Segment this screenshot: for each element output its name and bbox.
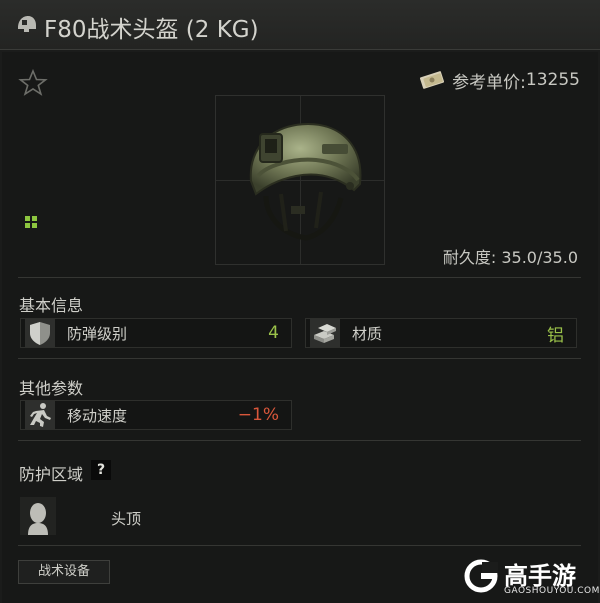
title-bar: F80战术头盔 (2 KG)	[0, 0, 600, 50]
stat-armor-class: 防弹级别 4	[20, 318, 292, 348]
running-person-icon	[25, 401, 55, 429]
stat-label: 材质	[352, 324, 383, 343]
stat-label: 防弹级别	[67, 324, 128, 343]
head-zone-icon	[20, 497, 56, 535]
f80-helmet-image	[249, 122, 362, 241]
section-title-basic-info: 基本信息	[19, 296, 84, 315]
favorite-star-icon[interactable]	[18, 68, 48, 98]
divider	[18, 277, 581, 278]
stat-material: 材质 铝	[305, 318, 577, 348]
divider	[18, 545, 581, 546]
price-value: 13255	[525, 70, 580, 90]
divider	[18, 358, 581, 359]
durability-text: 耐久度: 35.0/35.0	[442, 248, 578, 267]
divider	[18, 440, 581, 441]
shield-icon	[25, 319, 55, 347]
metal-bars-icon	[310, 319, 340, 347]
watermark: 高手游 GAOSHOUYOU.COM	[464, 555, 599, 599]
reference-price: 参考单价: 13255	[418, 68, 580, 93]
watermark-logo-icon	[464, 559, 498, 593]
protection-zone-label: 头顶	[111, 510, 142, 528]
section-title-protection: 防护区域	[19, 465, 84, 484]
help-button[interactable]: ?	[91, 460, 111, 480]
stat-label: 移动速度	[67, 406, 128, 425]
inventory-grid-icon	[25, 216, 37, 228]
watermark-url: GAOSHOUYOU.COM	[504, 586, 600, 596]
money-icon	[420, 71, 445, 89]
stat-value: −1%	[237, 405, 279, 425]
item-image-frame	[215, 95, 385, 265]
category-tag[interactable]: 战术设备	[18, 560, 110, 584]
stat-value: 4	[268, 323, 279, 343]
price-label: 参考单价:	[452, 72, 526, 93]
section-title-other-params: 其他参数	[19, 379, 84, 398]
window-title: F80战术头盔 (2 KG)	[44, 17, 259, 43]
stat-value: 铝	[547, 325, 564, 346]
helmet-icon	[18, 16, 36, 32]
stat-move-speed: 移动速度 −1%	[20, 400, 292, 430]
